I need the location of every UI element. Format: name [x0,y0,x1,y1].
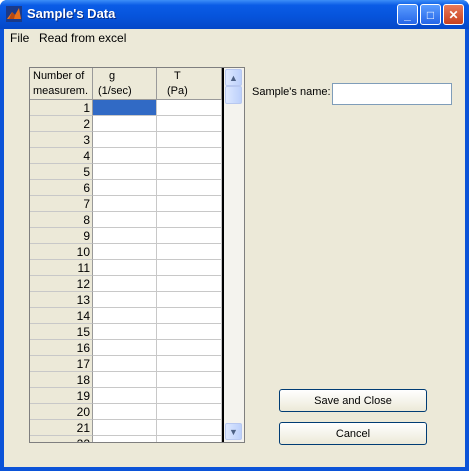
cell-g[interactable] [93,404,157,420]
cell-g[interactable] [93,420,157,436]
cell-g[interactable] [93,164,157,180]
data-table[interactable]: Number of measurem. g (1/sec) T (Pa) 123… [29,67,245,443]
column-header-g: g (1/sec) [93,68,157,100]
cell-g[interactable] [93,276,157,292]
cell-t[interactable] [157,196,222,212]
save-and-close-button[interactable]: Save and Close [279,389,427,412]
minimize-button[interactable]: _ [397,4,418,25]
row-header: 22 [30,436,93,442]
row-header: 3 [30,132,93,148]
row-header: 13 [30,292,93,308]
row-header: 12 [30,276,93,292]
row-header: 8 [30,212,93,228]
row-header: 10 [30,244,93,260]
cell-g[interactable] [93,212,157,228]
cell-g[interactable] [93,292,157,308]
cell-g[interactable] [93,132,157,148]
cell-t[interactable] [157,132,222,148]
cell-t[interactable] [157,356,222,372]
minimize-icon: _ [404,7,411,22]
row-header: 17 [30,356,93,372]
cancel-button[interactable]: Cancel [279,422,427,445]
cell-t[interactable] [157,148,222,164]
cell-g[interactable] [93,196,157,212]
cell-t[interactable] [157,228,222,244]
cell-g[interactable] [93,100,157,116]
client-area: File Read from excel Number of measurem.… [4,29,465,467]
vertical-scrollbar[interactable]: ▲ ▼ [224,68,244,442]
scroll-down-button[interactable]: ▼ [225,423,242,440]
cell-t[interactable] [157,372,222,388]
cell-g[interactable] [93,228,157,244]
row-header: 20 [30,404,93,420]
cell-t[interactable] [157,276,222,292]
cell-t[interactable] [157,116,222,132]
sample-name-label: Sample's name: [252,86,331,98]
cell-t[interactable] [157,180,222,196]
maximize-icon: □ [426,7,435,22]
cell-t[interactable] [157,404,222,420]
cell-t[interactable] [157,100,222,116]
row-header: 14 [30,308,93,324]
row-header: 16 [30,340,93,356]
row-header: 21 [30,420,93,436]
cell-t[interactable] [157,260,222,276]
row-header: 5 [30,164,93,180]
cell-g[interactable] [93,308,157,324]
cell-t[interactable] [157,164,222,180]
column-header-t: T (Pa) [157,68,222,100]
cell-g[interactable] [93,356,157,372]
app-window: Sample's Data _ □ ✕ File Read from excel… [0,0,469,471]
cell-t[interactable] [157,244,222,260]
window-title: Sample's Data [27,6,116,21]
maximize-button[interactable]: □ [420,4,441,25]
menu-file[interactable]: File [10,31,29,45]
cell-g[interactable] [93,244,157,260]
cell-t[interactable] [157,324,222,340]
cell-t[interactable] [157,388,222,404]
title-bar[interactable]: Sample's Data _ □ ✕ [0,0,469,29]
row-header: 6 [30,180,93,196]
cell-g[interactable] [93,388,157,404]
cell-g[interactable] [93,148,157,164]
menu-read-from-excel[interactable]: Read from excel [39,31,126,45]
matlab-icon [6,6,22,22]
cell-g[interactable] [93,340,157,356]
sample-name-input[interactable] [332,83,452,105]
row-header: 11 [30,260,93,276]
cell-g[interactable] [93,180,157,196]
row-header: 7 [30,196,93,212]
cell-t[interactable] [157,212,222,228]
row-header: 9 [30,228,93,244]
cell-t[interactable] [157,308,222,324]
row-header: 15 [30,324,93,340]
cell-g[interactable] [93,324,157,340]
scroll-up-button[interactable]: ▲ [225,69,242,86]
chevron-down-icon: ▼ [229,426,238,437]
cell-t[interactable] [157,436,222,442]
close-icon: ✕ [448,7,459,22]
row-header: 2 [30,116,93,132]
row-header: 18 [30,372,93,388]
scroll-thumb[interactable] [225,86,242,104]
cell-t[interactable] [157,340,222,356]
chevron-up-icon: ▲ [229,72,238,83]
menu-bar: File Read from excel [4,29,465,47]
row-header: 1 [30,100,93,116]
cell-g[interactable] [93,260,157,276]
cell-g[interactable] [93,436,157,442]
cell-g[interactable] [93,116,157,132]
row-header: 4 [30,148,93,164]
row-header: 19 [30,388,93,404]
cell-g[interactable] [93,372,157,388]
column-header-number: Number of measurem. [30,68,93,100]
close-button[interactable]: ✕ [443,4,464,25]
cell-t[interactable] [157,292,222,308]
cell-t[interactable] [157,420,222,436]
